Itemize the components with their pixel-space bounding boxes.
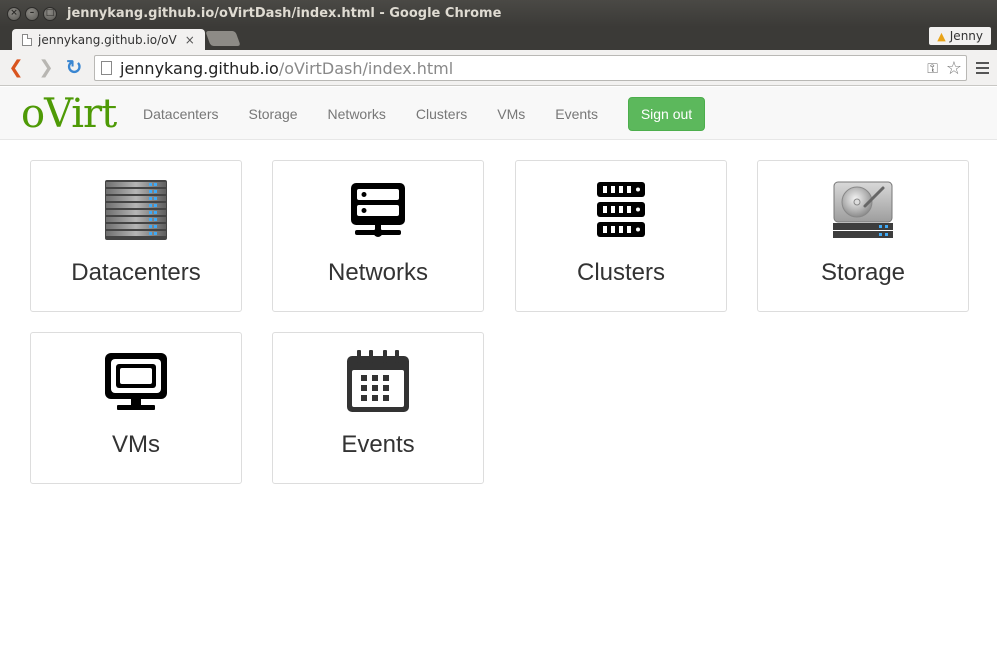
- window-maximize-button[interactable]: □: [43, 6, 57, 21]
- nav-link-vms[interactable]: VMs: [497, 106, 525, 122]
- tab-close-icon[interactable]: ×: [185, 33, 195, 47]
- omnibox-actions: ⚿ ☆: [927, 58, 962, 79]
- nav-link-networks[interactable]: Networks: [328, 106, 386, 122]
- calendar-icon: [343, 349, 413, 415]
- tile-datacenters[interactable]: Datacenters: [30, 160, 242, 312]
- browser-toolbar: ❮ ❯ ↻ jennykang.github.io/oVirtDash/inde…: [0, 50, 997, 86]
- hard-drive-icon: [828, 177, 898, 243]
- reload-button[interactable]: ↻: [64, 57, 84, 79]
- network-server-icon: [343, 177, 413, 243]
- brand-logo[interactable]: oVirt: [21, 90, 117, 138]
- page-icon: [101, 61, 112, 75]
- tile-clusters[interactable]: Clusters: [515, 160, 727, 312]
- tile-label: Storage: [820, 259, 906, 286]
- navbar: oVirt Datacenters Storage Networks Clust…: [0, 87, 997, 140]
- key-icon[interactable]: ⚿: [927, 61, 938, 77]
- profile-button[interactable]: ▲ Jenny: [929, 27, 991, 45]
- tile-label: Datacenters: [71, 259, 201, 286]
- chrome-menu-icon[interactable]: [976, 62, 989, 74]
- server-rack-icon: [101, 177, 171, 243]
- tab-label: jennykang.github.io/oV: [38, 32, 177, 47]
- back-button[interactable]: ❮: [6, 57, 26, 77]
- tile-networks[interactable]: Networks: [272, 160, 484, 312]
- address-bar[interactable]: jennykang.github.io/oVirtDash/index.html…: [94, 55, 967, 81]
- window-controls: × – □: [7, 6, 57, 21]
- sign-out-button[interactable]: Sign out: [628, 97, 705, 131]
- tile-label: Events: [341, 431, 415, 458]
- window-minimize-button[interactable]: –: [25, 6, 39, 21]
- tab-strip: jennykang.github.io/oV × ▲ Jenny: [0, 27, 997, 50]
- url-path: /oVirtDash/index.html: [278, 58, 454, 78]
- server-stack-icon: [586, 177, 656, 243]
- warning-icon: ▲: [937, 29, 946, 43]
- nav-link-clusters[interactable]: Clusters: [416, 106, 467, 122]
- nav-link-datacenters[interactable]: Datacenters: [143, 106, 218, 122]
- window-titlebar: × – □ jennykang.github.io/oVirtDash/inde…: [0, 0, 997, 27]
- url-host: jennykang.github.io: [120, 58, 279, 78]
- profile-name: Jenny: [949, 29, 983, 43]
- window-title: jennykang.github.io/oVirtDash/index.html…: [67, 6, 502, 21]
- window-close-button[interactable]: ×: [7, 6, 21, 21]
- forward-button[interactable]: ❯: [36, 57, 56, 77]
- nav-links: Datacenters Storage Networks Clusters VM…: [143, 87, 628, 140]
- new-tab-button[interactable]: [205, 31, 241, 46]
- tile-label: VMs: [112, 431, 160, 458]
- tile-vms[interactable]: VMs: [30, 332, 242, 484]
- monitor-icon: [101, 349, 171, 415]
- browser-tab[interactable]: jennykang.github.io/oV ×: [12, 29, 205, 50]
- page-icon: [22, 33, 32, 46]
- nav-link-storage[interactable]: Storage: [248, 106, 297, 122]
- tile-storage[interactable]: Storage: [757, 160, 969, 312]
- nav-link-events[interactable]: Events: [555, 106, 598, 122]
- tile-label: Clusters: [576, 259, 666, 286]
- tile-events[interactable]: Events: [272, 332, 484, 484]
- bookmark-star-icon[interactable]: ☆: [946, 58, 962, 79]
- tile-label: Networks: [327, 259, 429, 286]
